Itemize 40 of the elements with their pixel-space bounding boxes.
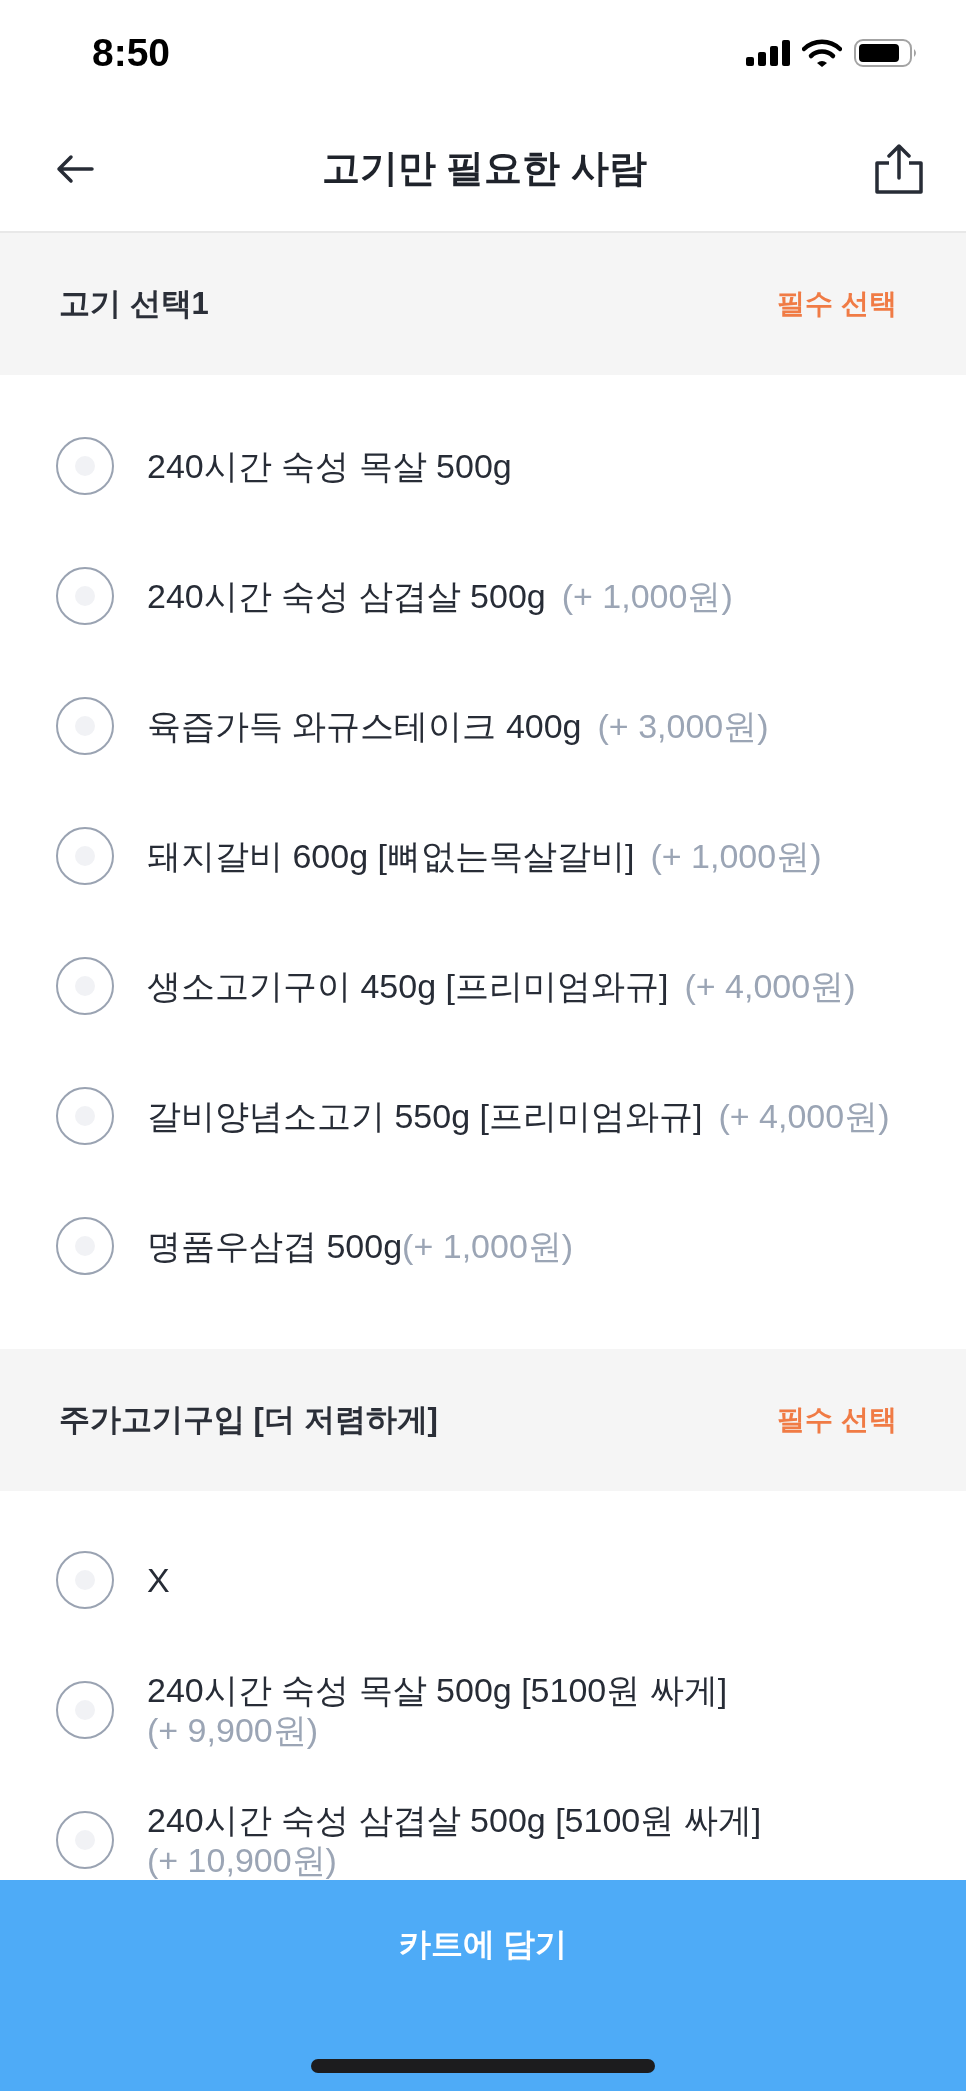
- option-label: 240시간 숙성 목살 500g [5100원 싸게]: [147, 1670, 728, 1710]
- option-label: 240시간 숙성 목살 500g: [147, 446, 512, 487]
- radio-button[interactable]: [56, 827, 114, 885]
- section-title: 주가고기구입 [더 저렴하게]: [59, 1400, 438, 1439]
- required-label: 필수 선택: [777, 1403, 897, 1437]
- add-to-cart-button[interactable]: 카트에 담기: [0, 1880, 966, 2091]
- option-price: (+ 9,900원): [147, 1710, 319, 1750]
- radio-button[interactable]: [56, 957, 114, 1015]
- radio-button[interactable]: [56, 437, 114, 495]
- radio-button[interactable]: [56, 697, 114, 755]
- option-label: 육즙가득 와규스테이크 400g: [147, 706, 582, 747]
- radio-button[interactable]: [56, 567, 114, 625]
- signal-icon: [746, 40, 790, 66]
- option-label: X: [147, 1560, 170, 1601]
- section-title: 고기 선택1: [59, 284, 209, 323]
- option-label: 240시간 숙성 삼겹살 500g: [147, 576, 546, 617]
- wifi-icon: [802, 39, 842, 67]
- option-label: 명품우삼겹 500g: [147, 1226, 403, 1267]
- option-label: 갈비양념소고기 550g [프리미엄와규]: [147, 1096, 703, 1137]
- option-label: 240시간 숙성 삼겹살 500g [5100원 싸게]: [147, 1800, 762, 1840]
- required-label: 필수 선택: [777, 287, 897, 321]
- radio-button[interactable]: [56, 1811, 114, 1869]
- option-price: (+ 3,000원): [597, 706, 769, 747]
- radio-button[interactable]: [56, 1217, 114, 1275]
- option-price: (+ 4,000원): [684, 966, 856, 1007]
- option-price: (+ 10,900원): [147, 1840, 337, 1880]
- radio-button[interactable]: [56, 1087, 114, 1145]
- option-price: (+ 1,000원): [650, 836, 822, 877]
- option-label: 생소고기구이 450g [프리미엄와규]: [147, 966, 669, 1007]
- battery-icon: [854, 39, 918, 67]
- back-arrow-icon[interactable]: [56, 153, 94, 184]
- status-time: 8:50: [92, 29, 171, 76]
- option-price: (+ 4,000원): [718, 1096, 890, 1137]
- radio-button[interactable]: [56, 1551, 114, 1609]
- radio-button[interactable]: [56, 1681, 114, 1739]
- page-title: 고기만 필요한 사람: [321, 146, 648, 191]
- share-icon[interactable]: [875, 143, 923, 194]
- option-label: 돼지갈비 600g [뼈없는목살갈비]: [147, 836, 635, 877]
- option-price: (+ 1,000원): [402, 1226, 574, 1267]
- option-price: (+ 1,000원): [561, 576, 733, 617]
